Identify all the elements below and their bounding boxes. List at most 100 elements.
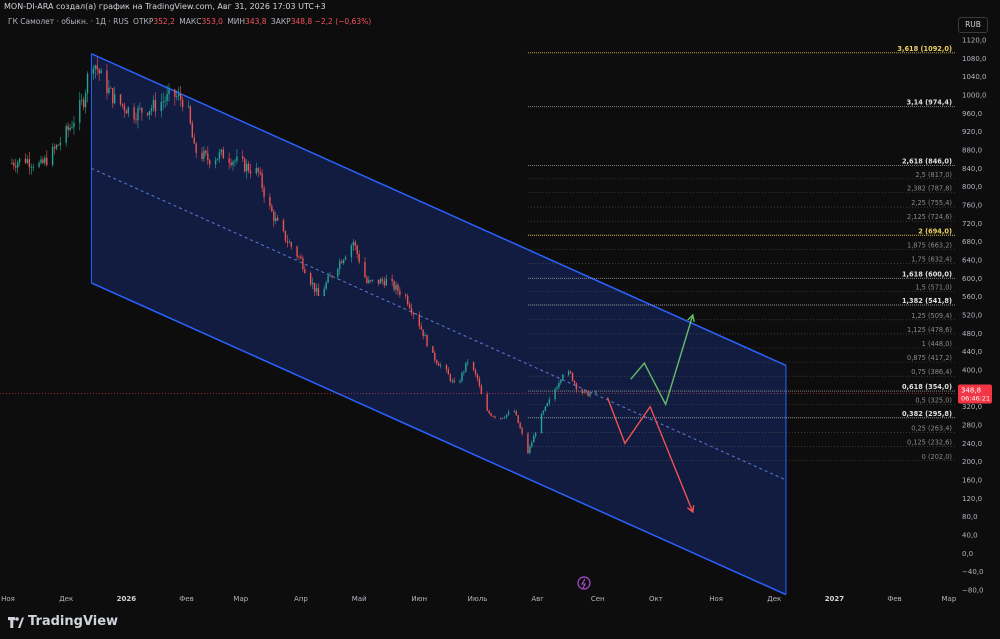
- candle-body: [273, 211, 275, 222]
- y-tick-label: 680,0: [962, 238, 982, 246]
- candle-body: [242, 156, 244, 159]
- y-tick-label: 880,0: [962, 147, 982, 155]
- y-tick-label: 960,0: [962, 110, 982, 118]
- candle-body: [331, 275, 333, 277]
- candle-body: [503, 417, 506, 419]
- candle-body: [463, 371, 465, 373]
- y-tick-label: 840,0: [962, 165, 982, 173]
- candle-body: [114, 94, 116, 104]
- candle-body: [191, 123, 193, 138]
- candle-body: [94, 65, 96, 69]
- candle-body: [494, 416, 496, 418]
- y-tick-label: 280,0: [962, 422, 982, 430]
- candle-body: [152, 100, 155, 109]
- candle-body: [486, 394, 488, 411]
- candle-body: [112, 88, 114, 104]
- y-tick-label: 480,0: [962, 330, 982, 338]
- candle-body: [488, 410, 490, 414]
- fib-level-label: 1 (448,0): [922, 340, 952, 348]
- candle-body: [160, 101, 162, 112]
- candle-body: [79, 100, 81, 123]
- x-tick-label: Дек: [767, 595, 781, 603]
- candle-body: [534, 433, 537, 436]
- candle-body: [59, 142, 62, 145]
- events-icon[interactable]: [577, 576, 591, 590]
- candle-body: [449, 374, 452, 381]
- candle-body: [492, 415, 494, 417]
- y-tick-label: 600,0: [962, 275, 982, 283]
- candle-body: [84, 93, 87, 108]
- price-axis: 1120,0 1080,0 1040,0 1000,0 960,0 920,0 880,0 8…: [962, 37, 987, 595]
- candle-body: [323, 288, 325, 297]
- fib-level-label: 0,75 (386,4): [911, 368, 952, 376]
- candle-body: [257, 168, 259, 172]
- y-tick-label: 920,0: [962, 128, 982, 136]
- fib-level-label: 2,382 (787,8): [907, 184, 952, 192]
- y-tick-label: 640,0: [962, 257, 982, 265]
- candle-body: [589, 393, 591, 397]
- candle-body: [133, 107, 135, 120]
- candle-body: [480, 385, 483, 395]
- footer: TradingView: [0, 607, 1000, 639]
- candle-body: [531, 442, 533, 447]
- y-tick-label: −80,0: [962, 587, 983, 595]
- x-tick-label: Сен: [591, 595, 605, 603]
- candle-body: [533, 435, 535, 443]
- fib-level-label: 0 (202,0): [922, 453, 952, 461]
- candle-body: [445, 364, 448, 370]
- candle-body: [51, 146, 54, 165]
- candle-body: [399, 291, 401, 295]
- candle-body: [42, 159, 44, 164]
- candle-body: [137, 108, 139, 121]
- candle-body: [474, 370, 477, 375]
- candle-body: [356, 245, 358, 254]
- candle-body: [451, 380, 453, 382]
- y-tick-label: 320,0: [962, 403, 982, 411]
- candle-body: [412, 312, 415, 315]
- candle-body: [344, 257, 347, 260]
- candle-body: [513, 411, 516, 413]
- candle-body: [571, 372, 574, 381]
- candle-body: [65, 126, 67, 143]
- candle-body: [46, 157, 48, 165]
- candle-body: [327, 276, 329, 283]
- candle-body: [517, 415, 519, 424]
- candle-body: [73, 122, 75, 128]
- candle-body: [228, 158, 230, 163]
- candle-body: [502, 417, 504, 419]
- x-tick-label: Май: [352, 595, 367, 603]
- fib-level-label: 1,75 (632,4): [911, 255, 952, 263]
- y-tick-label: 120,0: [962, 495, 982, 503]
- candle-body: [544, 406, 547, 411]
- fib-level-label: 1,25 (509,4): [911, 312, 952, 320]
- candle-body: [214, 160, 217, 165]
- candle-body: [515, 411, 517, 416]
- candle-body: [216, 158, 219, 161]
- y-tick-label: 1040,0: [962, 73, 987, 81]
- fib-level-label: 0,5 (325,0): [915, 396, 952, 404]
- candle-body: [44, 157, 46, 164]
- y-tick-label: 520,0: [962, 312, 982, 320]
- candle-body: [302, 258, 304, 270]
- x-tick-label: Мар: [233, 595, 248, 603]
- candle-body: [92, 68, 95, 74]
- candle-body: [556, 387, 558, 390]
- price-chart[interactable]: 3,618 (1092,0) 3,14 (974,4) 2,618 (846,0) 2…: [0, 0, 1000, 607]
- y-tick-label: 440,0: [962, 348, 982, 356]
- candle-body: [98, 69, 100, 74]
- candle-body: [393, 281, 395, 290]
- candle-body: [381, 279, 384, 282]
- candle-body: [432, 346, 434, 353]
- candle-body: [18, 158, 21, 163]
- candle-body: [230, 162, 232, 166]
- candle-body: [286, 240, 289, 243]
- candle-body: [467, 362, 469, 363]
- candle-body: [507, 412, 510, 415]
- candle-body: [342, 259, 345, 264]
- candle-body: [40, 159, 42, 163]
- candle-body: [96, 65, 98, 70]
- candle-body: [439, 364, 442, 366]
- candle-body: [119, 94, 122, 104]
- y-tick-label: 80,0: [962, 513, 978, 521]
- candle-body: [542, 410, 545, 414]
